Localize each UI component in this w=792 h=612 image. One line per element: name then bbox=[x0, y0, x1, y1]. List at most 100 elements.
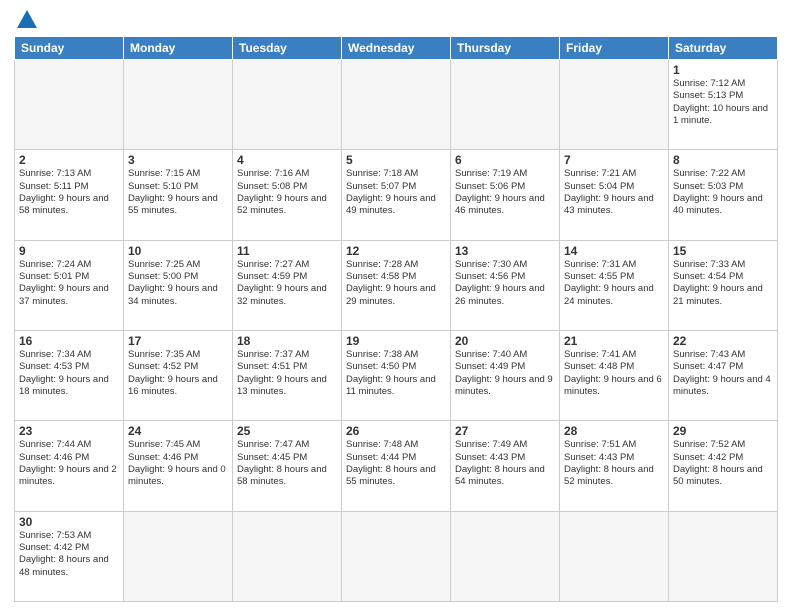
day-info: Sunrise: 7:37 AM Sunset: 4:51 PM Dayligh… bbox=[237, 349, 337, 398]
calendar-cell: 20Sunrise: 7:40 AM Sunset: 4:49 PM Dayli… bbox=[451, 330, 560, 420]
day-info: Sunrise: 7:47 AM Sunset: 4:45 PM Dayligh… bbox=[237, 439, 337, 488]
day-number: 12 bbox=[346, 244, 446, 258]
calendar-cell: 19Sunrise: 7:38 AM Sunset: 4:50 PM Dayli… bbox=[342, 330, 451, 420]
day-number: 15 bbox=[673, 244, 773, 258]
day-info: Sunrise: 7:16 AM Sunset: 5:08 PM Dayligh… bbox=[237, 168, 337, 217]
weekday-header-monday: Monday bbox=[124, 37, 233, 60]
calendar-cell bbox=[124, 60, 233, 150]
day-info: Sunrise: 7:48 AM Sunset: 4:44 PM Dayligh… bbox=[346, 439, 446, 488]
calendar-cell: 30Sunrise: 7:53 AM Sunset: 4:42 PM Dayli… bbox=[15, 511, 124, 601]
day-info: Sunrise: 7:41 AM Sunset: 4:48 PM Dayligh… bbox=[564, 349, 664, 398]
weekday-header-friday: Friday bbox=[560, 37, 669, 60]
calendar-cell: 9Sunrise: 7:24 AM Sunset: 5:01 PM Daylig… bbox=[15, 240, 124, 330]
calendar-cell: 18Sunrise: 7:37 AM Sunset: 4:51 PM Dayli… bbox=[233, 330, 342, 420]
day-number: 8 bbox=[673, 153, 773, 167]
calendar-cell: 21Sunrise: 7:41 AM Sunset: 4:48 PM Dayli… bbox=[560, 330, 669, 420]
calendar-body: 1Sunrise: 7:12 AM Sunset: 5:13 PM Daylig… bbox=[15, 60, 778, 602]
day-info: Sunrise: 7:52 AM Sunset: 4:42 PM Dayligh… bbox=[673, 439, 773, 488]
calendar-cell: 7Sunrise: 7:21 AM Sunset: 5:04 PM Daylig… bbox=[560, 150, 669, 240]
day-number: 21 bbox=[564, 334, 664, 348]
day-number: 5 bbox=[346, 153, 446, 167]
day-info: Sunrise: 7:45 AM Sunset: 4:46 PM Dayligh… bbox=[128, 439, 228, 488]
day-number: 24 bbox=[128, 424, 228, 438]
calendar-row-0: 1Sunrise: 7:12 AM Sunset: 5:13 PM Daylig… bbox=[15, 60, 778, 150]
weekday-header-sunday: Sunday bbox=[15, 37, 124, 60]
calendar-cell: 6Sunrise: 7:19 AM Sunset: 5:06 PM Daylig… bbox=[451, 150, 560, 240]
weekday-row: SundayMondayTuesdayWednesdayThursdayFrid… bbox=[15, 37, 778, 60]
weekday-header-wednesday: Wednesday bbox=[342, 37, 451, 60]
calendar-cell bbox=[342, 511, 451, 601]
calendar-row-1: 2Sunrise: 7:13 AM Sunset: 5:11 PM Daylig… bbox=[15, 150, 778, 240]
day-info: Sunrise: 7:35 AM Sunset: 4:52 PM Dayligh… bbox=[128, 349, 228, 398]
header bbox=[14, 10, 778, 30]
page: SundayMondayTuesdayWednesdayThursdayFrid… bbox=[0, 0, 792, 612]
calendar-cell bbox=[451, 60, 560, 150]
calendar-cell: 1Sunrise: 7:12 AM Sunset: 5:13 PM Daylig… bbox=[669, 60, 778, 150]
weekday-header-tuesday: Tuesday bbox=[233, 37, 342, 60]
day-number: 22 bbox=[673, 334, 773, 348]
calendar-cell: 5Sunrise: 7:18 AM Sunset: 5:07 PM Daylig… bbox=[342, 150, 451, 240]
weekday-header-saturday: Saturday bbox=[669, 37, 778, 60]
calendar-cell: 15Sunrise: 7:33 AM Sunset: 4:54 PM Dayli… bbox=[669, 240, 778, 330]
day-number: 2 bbox=[19, 153, 119, 167]
day-info: Sunrise: 7:40 AM Sunset: 4:49 PM Dayligh… bbox=[455, 349, 555, 398]
calendar-row-4: 23Sunrise: 7:44 AM Sunset: 4:46 PM Dayli… bbox=[15, 421, 778, 511]
day-number: 30 bbox=[19, 515, 119, 529]
calendar-cell bbox=[15, 60, 124, 150]
day-info: Sunrise: 7:27 AM Sunset: 4:59 PM Dayligh… bbox=[237, 259, 337, 308]
day-info: Sunrise: 7:12 AM Sunset: 5:13 PM Dayligh… bbox=[673, 78, 773, 127]
day-number: 19 bbox=[346, 334, 446, 348]
day-info: Sunrise: 7:25 AM Sunset: 5:00 PM Dayligh… bbox=[128, 259, 228, 308]
calendar-cell bbox=[342, 60, 451, 150]
day-number: 10 bbox=[128, 244, 228, 258]
day-number: 4 bbox=[237, 153, 337, 167]
calendar-cell: 17Sunrise: 7:35 AM Sunset: 4:52 PM Dayli… bbox=[124, 330, 233, 420]
logo-triangle-icon bbox=[17, 10, 37, 28]
day-number: 20 bbox=[455, 334, 555, 348]
calendar-cell: 11Sunrise: 7:27 AM Sunset: 4:59 PM Dayli… bbox=[233, 240, 342, 330]
day-info: Sunrise: 7:53 AM Sunset: 4:42 PM Dayligh… bbox=[19, 530, 119, 579]
day-info: Sunrise: 7:38 AM Sunset: 4:50 PM Dayligh… bbox=[346, 349, 446, 398]
day-number: 27 bbox=[455, 424, 555, 438]
day-info: Sunrise: 7:28 AM Sunset: 4:58 PM Dayligh… bbox=[346, 259, 446, 308]
calendar-cell: 27Sunrise: 7:49 AM Sunset: 4:43 PM Dayli… bbox=[451, 421, 560, 511]
day-number: 7 bbox=[564, 153, 664, 167]
day-number: 11 bbox=[237, 244, 337, 258]
calendar-cell bbox=[451, 511, 560, 601]
day-info: Sunrise: 7:31 AM Sunset: 4:55 PM Dayligh… bbox=[564, 259, 664, 308]
calendar-cell bbox=[124, 511, 233, 601]
day-info: Sunrise: 7:18 AM Sunset: 5:07 PM Dayligh… bbox=[346, 168, 446, 217]
calendar-cell: 12Sunrise: 7:28 AM Sunset: 4:58 PM Dayli… bbox=[342, 240, 451, 330]
calendar-cell: 4Sunrise: 7:16 AM Sunset: 5:08 PM Daylig… bbox=[233, 150, 342, 240]
calendar-cell: 22Sunrise: 7:43 AM Sunset: 4:47 PM Dayli… bbox=[669, 330, 778, 420]
calendar-cell: 2Sunrise: 7:13 AM Sunset: 5:11 PM Daylig… bbox=[15, 150, 124, 240]
day-number: 14 bbox=[564, 244, 664, 258]
calendar-cell: 13Sunrise: 7:30 AM Sunset: 4:56 PM Dayli… bbox=[451, 240, 560, 330]
calendar-cell: 28Sunrise: 7:51 AM Sunset: 4:43 PM Dayli… bbox=[560, 421, 669, 511]
calendar-cell: 25Sunrise: 7:47 AM Sunset: 4:45 PM Dayli… bbox=[233, 421, 342, 511]
day-number: 13 bbox=[455, 244, 555, 258]
calendar-cell: 16Sunrise: 7:34 AM Sunset: 4:53 PM Dayli… bbox=[15, 330, 124, 420]
day-info: Sunrise: 7:30 AM Sunset: 4:56 PM Dayligh… bbox=[455, 259, 555, 308]
day-number: 1 bbox=[673, 63, 773, 77]
calendar-table: SundayMondayTuesdayWednesdayThursdayFrid… bbox=[14, 36, 778, 602]
calendar-cell: 14Sunrise: 7:31 AM Sunset: 4:55 PM Dayli… bbox=[560, 240, 669, 330]
day-info: Sunrise: 7:49 AM Sunset: 4:43 PM Dayligh… bbox=[455, 439, 555, 488]
logo bbox=[14, 10, 37, 30]
calendar-cell: 24Sunrise: 7:45 AM Sunset: 4:46 PM Dayli… bbox=[124, 421, 233, 511]
day-info: Sunrise: 7:15 AM Sunset: 5:10 PM Dayligh… bbox=[128, 168, 228, 217]
calendar-header: SundayMondayTuesdayWednesdayThursdayFrid… bbox=[15, 37, 778, 60]
day-number: 26 bbox=[346, 424, 446, 438]
day-info: Sunrise: 7:21 AM Sunset: 5:04 PM Dayligh… bbox=[564, 168, 664, 217]
day-info: Sunrise: 7:13 AM Sunset: 5:11 PM Dayligh… bbox=[19, 168, 119, 217]
calendar-cell bbox=[233, 60, 342, 150]
day-info: Sunrise: 7:51 AM Sunset: 4:43 PM Dayligh… bbox=[564, 439, 664, 488]
calendar-cell: 8Sunrise: 7:22 AM Sunset: 5:03 PM Daylig… bbox=[669, 150, 778, 240]
day-number: 9 bbox=[19, 244, 119, 258]
calendar-cell bbox=[560, 511, 669, 601]
calendar-cell: 3Sunrise: 7:15 AM Sunset: 5:10 PM Daylig… bbox=[124, 150, 233, 240]
day-info: Sunrise: 7:19 AM Sunset: 5:06 PM Dayligh… bbox=[455, 168, 555, 217]
day-info: Sunrise: 7:33 AM Sunset: 4:54 PM Dayligh… bbox=[673, 259, 773, 308]
calendar-row-2: 9Sunrise: 7:24 AM Sunset: 5:01 PM Daylig… bbox=[15, 240, 778, 330]
day-info: Sunrise: 7:34 AM Sunset: 4:53 PM Dayligh… bbox=[19, 349, 119, 398]
